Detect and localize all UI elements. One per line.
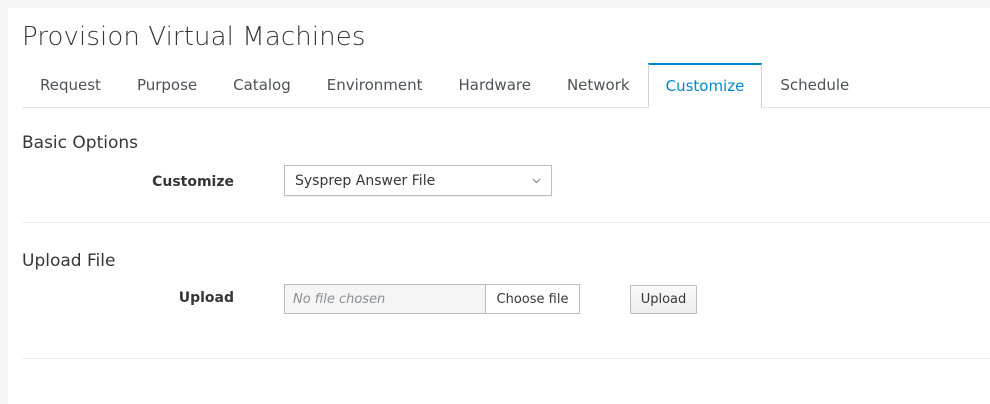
tab-hardware[interactable]: Hardware <box>441 63 549 107</box>
tab-bar: Request Purpose Catalog Environment Hard… <box>22 63 990 108</box>
upload-label: Upload <box>178 290 234 306</box>
tab-schedule[interactable]: Schedule <box>762 63 867 107</box>
file-input[interactable]: No file chosen Choose file <box>284 284 580 314</box>
tab-environment[interactable]: Environment <box>309 63 441 107</box>
tab-network[interactable]: Network <box>549 63 648 107</box>
provision-panel: Provision Virtual Machines Request Purpo… <box>8 8 990 404</box>
tab-catalog[interactable]: Catalog <box>215 63 309 107</box>
file-name-field[interactable]: No file chosen <box>285 285 486 313</box>
page-title: Provision Virtual Machines <box>22 22 366 52</box>
tab-request[interactable]: Request <box>22 63 119 107</box>
customize-select-value: Sysprep Answer File <box>295 172 436 189</box>
customize-label: Customize <box>152 174 234 190</box>
tab-purpose[interactable]: Purpose <box>119 63 215 107</box>
upload-file-heading: Upload File <box>22 251 116 271</box>
choose-file-button[interactable]: Choose file <box>486 285 579 313</box>
tab-customize[interactable]: Customize <box>647 63 763 108</box>
basic-options-heading: Basic Options <box>22 133 139 153</box>
upload-button[interactable]: Upload <box>630 285 697 314</box>
section-divider <box>22 358 990 359</box>
chevron-down-icon <box>532 174 541 187</box>
customize-select[interactable]: Sysprep Answer File <box>284 165 552 196</box>
section-divider <box>22 222 990 223</box>
